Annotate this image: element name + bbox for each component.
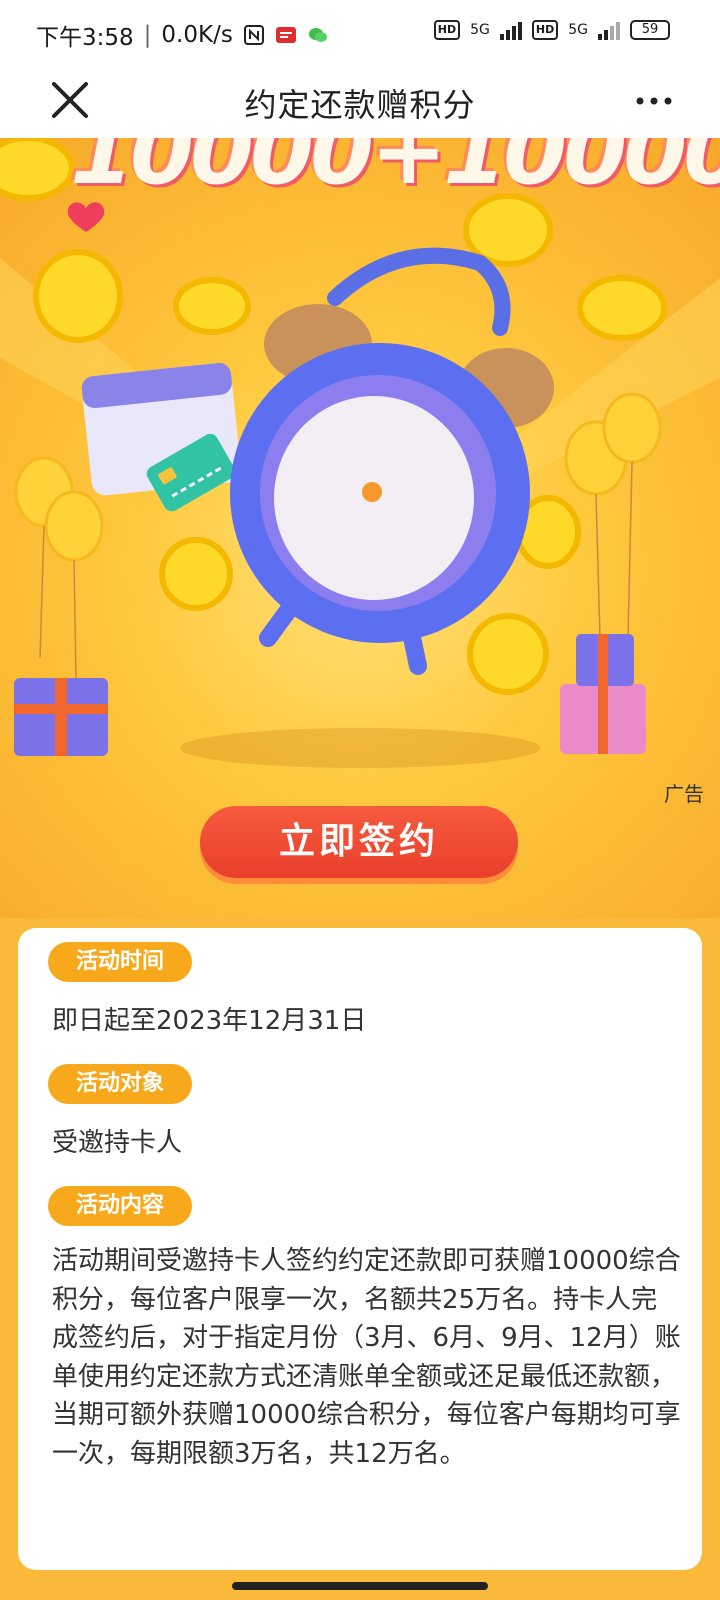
nfc-icon xyxy=(243,24,265,46)
activity-content-value: 活动期间受邀持卡人签约约定还款即可获赠10000综合积分，每位客户限享一次，名额… xyxy=(52,1246,681,1469)
status-speed: 0.0K/s xyxy=(161,22,233,48)
page-title: 约定还款赠积分 xyxy=(244,86,476,124)
activity-target-value: 受邀持卡人 xyxy=(52,1128,183,1158)
signal-icon-1 xyxy=(499,20,522,40)
ad-label: 广告 xyxy=(664,782,704,806)
hd-badge-1: HD xyxy=(433,20,461,40)
activity-info-card: 活动时间 即日起至2023年12月31日 活动对象 受邀持卡人 活动内容 活动期… xyxy=(18,928,702,1570)
status-left: 下午3:58 | 0.0K/s xyxy=(36,18,329,52)
status-right: HD 5G HD 5G 59 xyxy=(433,20,670,40)
status-divider: | xyxy=(143,22,152,48)
activity-content-tag: 活动内容 xyxy=(48,1186,193,1226)
status-time: 下午3:58 xyxy=(36,25,134,51)
app-notification-icon xyxy=(275,24,297,46)
activity-time-value: 即日起至2023年12月31日 xyxy=(52,1006,367,1036)
activity-target-tag: 活动对象 xyxy=(48,1064,193,1104)
banner-illustration xyxy=(0,138,720,768)
promo-banner: 10000+10000 广告 立即签约 xyxy=(0,138,720,918)
battery-icon: 59 xyxy=(630,20,670,40)
banner-headline: 10000+10000 xyxy=(70,138,720,205)
signal-icon-2 xyxy=(598,20,620,40)
more-button[interactable] xyxy=(634,86,674,116)
more-dots-icon xyxy=(636,97,672,105)
activity-time-tag: 活动时间 xyxy=(48,942,193,982)
status-bar: 下午3:58 | 0.0K/s HD 5G HD 5G 59 xyxy=(0,0,720,66)
hd-badge-2: HD xyxy=(531,20,559,40)
nav-bar: 约定还款赠积分 xyxy=(0,66,720,138)
network-label-2: 5G xyxy=(568,22,588,38)
home-indicator[interactable] xyxy=(232,1582,488,1590)
sign-up-button[interactable]: 立即签约 xyxy=(200,806,518,878)
network-label-1: 5G xyxy=(470,22,490,38)
wechat-icon xyxy=(307,24,329,46)
